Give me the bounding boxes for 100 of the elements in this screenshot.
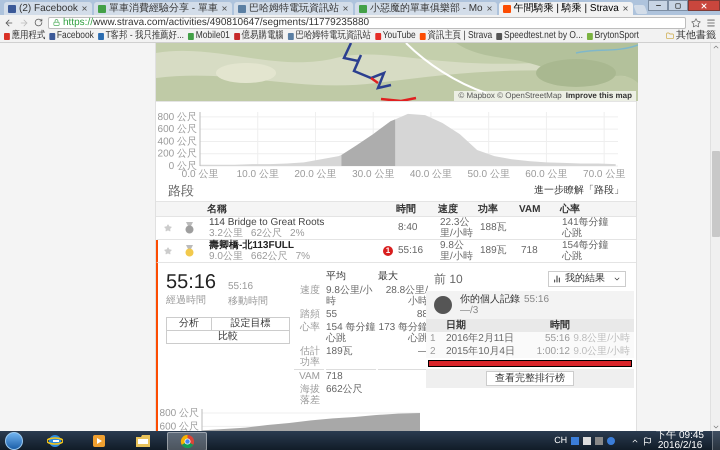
back-icon[interactable]: [4, 18, 14, 28]
bookmark-item[interactable]: 億易購電腦: [234, 31, 284, 41]
flag-icon[interactable]: [643, 436, 652, 446]
star-icon[interactable]: [164, 224, 172, 232]
stat-label: 踏頻: [299, 308, 321, 320]
folder-icon: [135, 434, 151, 448]
browser-tab[interactable]: 午間騎乘 | 騎乘 | Strava: [498, 2, 633, 15]
results-dropdown[interactable]: 我的結果: [548, 270, 626, 286]
stat-average: 189瓦: [326, 346, 353, 356]
analysis-button[interactable]: 分析: [166, 316, 212, 330]
bookmark-item[interactable]: BrytonSport: [587, 31, 640, 41]
segment-name[interactable]: 114 Bridge to Great Roots: [209, 216, 378, 228]
address-field[interactable]: https://www.strava.com/activities/490810647/segments/11779235880: [48, 16, 686, 28]
stat-average: 55: [326, 308, 338, 320]
record-label: 你的個人記錄: [460, 294, 520, 304]
bookmark-item[interactable]: YouTube: [375, 31, 416, 41]
segment-elevation: 62公尺: [250, 228, 282, 238]
segment-grade: 2%: [290, 228, 304, 238]
compare-button[interactable]: 比較: [166, 330, 290, 344]
start-button[interactable]: [5, 432, 23, 450]
medal-icon: [184, 244, 194, 256]
set-goal-button[interactable]: 設定目標: [212, 316, 290, 330]
stat-label: VAM: [294, 368, 324, 382]
bookmark-item[interactable]: T客邦 - 我只推薦好...: [98, 31, 184, 41]
scroll-down-icon[interactable]: [712, 423, 720, 431]
record-rank: —/3: [460, 304, 480, 316]
column-header: 時間: [396, 202, 417, 216]
y-tick-label: 800 公尺: [158, 112, 197, 123]
bookmark-item[interactable]: Facebook: [49, 31, 94, 41]
elapsed-time: 55:16: [166, 270, 218, 292]
close-icon[interactable]: [220, 5, 228, 12]
scroll-up-icon[interactable]: [712, 43, 720, 51]
stat-label: 速度: [299, 284, 321, 298]
stat-average: 9.8公里/小時: [326, 284, 373, 306]
segment-distance: 3.2公里: [209, 228, 243, 238]
column-header: 平均: [326, 270, 347, 284]
record-time: 55:16: [524, 294, 550, 304]
bookmark-item[interactable]: 資訊主頁 | Strava: [420, 31, 492, 41]
learn-more-link[interactable]: 進一步瞭解「路段」: [534, 183, 624, 198]
scrollbar-thumb[interactable]: [712, 151, 720, 237]
column-header: 時間: [549, 318, 570, 332]
bookmark-item[interactable]: 應用程式: [4, 31, 46, 41]
section-title: 路段: [168, 182, 194, 200]
improve-map-link[interactable]: Improve this map: [566, 91, 632, 101]
folder-icon: [666, 32, 674, 40]
bookmark-star-icon[interactable]: [691, 18, 701, 28]
table-cell-text: 141每分鐘心跳: [562, 216, 610, 238]
segment-name[interactable]: 壽卿橋-北113FULL: [209, 240, 378, 250]
time-cell-text: 55:16: [544, 332, 570, 344]
speed-cell-text: 9.8公里/小時: [572, 332, 630, 344]
x-tick-label: 30.0 公里: [352, 169, 394, 180]
language-indicator[interactable]: CH: [554, 434, 568, 448]
x-tick-label: 20.0 公里: [294, 169, 337, 180]
other-bookmarks[interactable]: 其他書籤: [666, 31, 716, 41]
stat-average: 154 每分鐘心跳: [326, 322, 376, 344]
maximize-button[interactable]: [668, 0, 688, 11]
table-cell-text: 188瓦: [480, 222, 508, 233]
x-tick-label: 60.0 公里: [525, 169, 568, 180]
medal-icon: [184, 222, 194, 234]
x-tick-label: 40.0 公里: [410, 169, 452, 180]
x-tick-label: 50.0 公里: [468, 169, 510, 180]
bookmark-item[interactable]: Mobile01: [188, 31, 230, 41]
browser-tab[interactable]: 巴哈姆特電玩資訊站: [234, 2, 353, 15]
close-icon[interactable]: [80, 5, 88, 12]
bookmark-item[interactable]: 巴哈姆特電玩資訊站: [288, 31, 371, 41]
y-tick-label: 600 公尺: [160, 420, 199, 432]
show-hidden-icons[interactable]: [631, 437, 640, 445]
menu-icon[interactable]: [706, 18, 716, 28]
moving-time-label: 移動時間: [228, 294, 268, 308]
moving-time: 55:16: [228, 280, 254, 294]
column-header: 功率: [478, 202, 499, 216]
rank-badge: 1: [383, 246, 393, 256]
y-tick-label: 600 公尺: [158, 124, 197, 136]
close-icon[interactable]: [622, 5, 629, 12]
rank-cell-text: 1: [430, 332, 437, 344]
bookmark-item[interactable]: Speedtest.net by O...: [496, 31, 583, 41]
close-icon[interactable]: [486, 5, 493, 12]
x-tick-label: 10.0 公里: [236, 169, 279, 180]
column-header: 日期: [446, 318, 467, 332]
browser-tab[interactable]: 單車消費經驗分享 - 單車: [94, 2, 232, 15]
taskbar-app[interactable]: [167, 432, 207, 450]
table-cell-text: 9.8公里/小時: [440, 240, 474, 262]
show-desktop-button[interactable]: [712, 431, 720, 450]
full-leaderboard-button[interactable]: 查看完整排行榜: [486, 370, 574, 386]
chrome-icon: [180, 434, 194, 448]
leaderboard-title: 前 10: [434, 270, 463, 288]
speed-cell-text: 9.0公里/小時: [572, 344, 630, 358]
segment-distance: 9.0公里: [209, 250, 243, 262]
table-cell-text: 22.3公里/小時: [440, 216, 474, 238]
close-icon: [700, 2, 708, 10]
reload-icon[interactable]: [34, 18, 43, 27]
y-tick-label: 200 公尺: [158, 148, 197, 160]
browser-tab[interactable]: (2) Facebook: [4, 2, 92, 15]
browser-tab[interactable]: 小惡魔的單車俱樂部 - Mo: [354, 2, 497, 15]
clock-time: 下午 09:45: [656, 431, 704, 441]
segment-highlight: [341, 119, 396, 166]
bar-chart-icon: [553, 274, 561, 282]
star-icon[interactable]: [164, 246, 172, 254]
close-icon[interactable]: [342, 5, 349, 12]
close-button[interactable]: [688, 0, 720, 11]
